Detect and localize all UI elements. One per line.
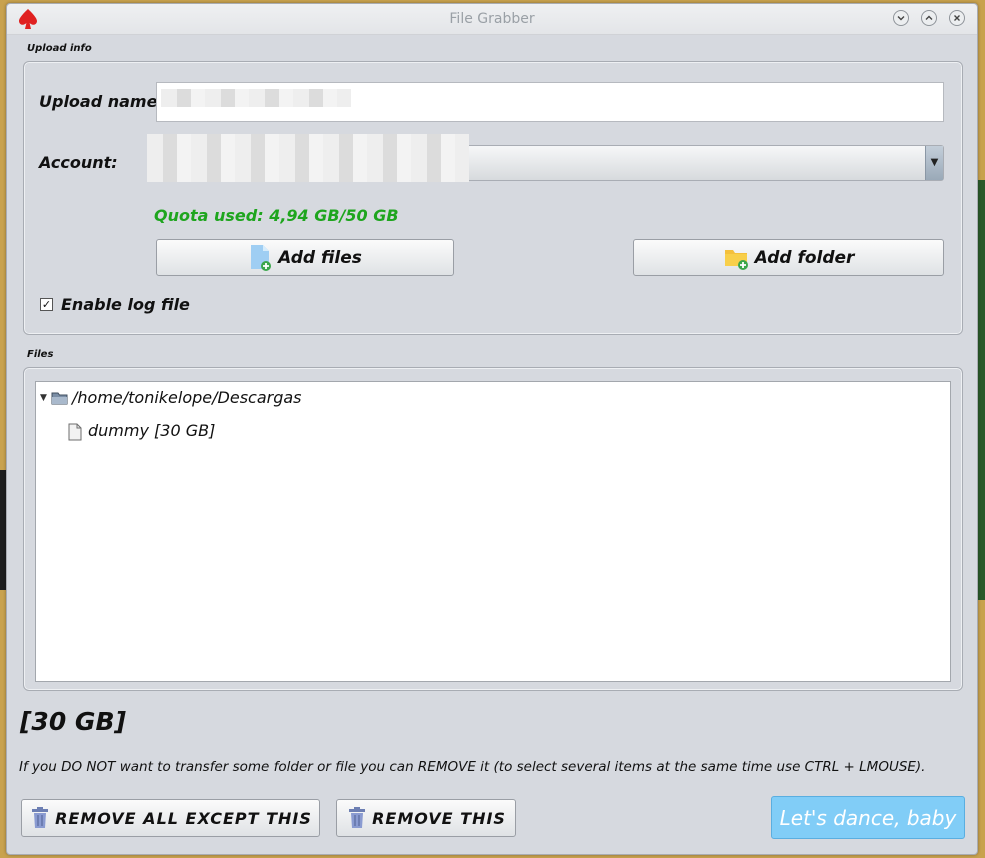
remove-all-except-button[interactable]: REMOVE ALL EXCEPT THIS — [21, 799, 320, 837]
trash-icon — [349, 807, 366, 828]
window-title: File Grabber — [449, 11, 535, 27]
quota-text: Quota used: 4,94 GB/50 GB — [154, 206, 399, 225]
redacted-value — [161, 89, 351, 107]
upload-name-label: Upload name: — [39, 92, 164, 111]
chevron-down-icon: ▼ — [925, 146, 943, 180]
start-upload-button[interactable]: Let's dance, baby — [771, 796, 965, 839]
trash-icon — [32, 807, 49, 828]
remove-this-label: REMOVE THIS — [372, 808, 506, 828]
files-section-label: Files — [27, 349, 54, 360]
title-bar[interactable]: File Grabber — [7, 4, 977, 35]
tree-item-file[interactable]: dummy [30 GB] — [88, 421, 215, 440]
remove-all-except-label: REMOVE ALL EXCEPT THIS — [55, 808, 312, 828]
total-size: [30 GB] — [20, 707, 126, 736]
maximize-button[interactable] — [921, 10, 937, 26]
account-label: Account: — [39, 153, 118, 172]
enable-log-label: Enable log file — [61, 295, 190, 314]
add-files-label: Add files — [278, 247, 362, 268]
maximize-icon — [925, 15, 933, 20]
upload-name-input[interactable] — [156, 82, 944, 122]
main-window: File Grabber Upload info Upload name: Ac… — [6, 3, 978, 855]
expand-arrow-icon[interactable]: ▼ — [40, 393, 47, 403]
close-button[interactable] — [949, 10, 965, 26]
add-folder-label: Add folder — [754, 247, 855, 268]
upload-info-section-label: Upload info — [27, 43, 92, 54]
add-file-icon — [251, 244, 272, 271]
add-folder-button[interactable]: Add folder — [633, 239, 944, 276]
close-icon — [954, 15, 960, 21]
enable-log-checkbox[interactable]: ✓ — [40, 298, 53, 311]
file-tree[interactable]: ▼ /home/tonikelope/Descargas dummy [30 G… — [35, 381, 951, 682]
minimize-button[interactable] — [893, 10, 909, 26]
minimize-icon — [897, 16, 905, 21]
add-files-button[interactable]: Add files — [156, 239, 454, 276]
remove-this-button[interactable]: REMOVE THIS — [336, 799, 516, 837]
redacted-account — [147, 134, 469, 182]
tree-item-folder[interactable]: /home/tonikelope/Descargas — [72, 388, 302, 407]
folder-icon — [51, 392, 68, 405]
add-folder-icon — [724, 249, 748, 270]
file-icon — [68, 423, 82, 441]
help-text: If you DO NOT want to transfer some fold… — [19, 759, 926, 775]
